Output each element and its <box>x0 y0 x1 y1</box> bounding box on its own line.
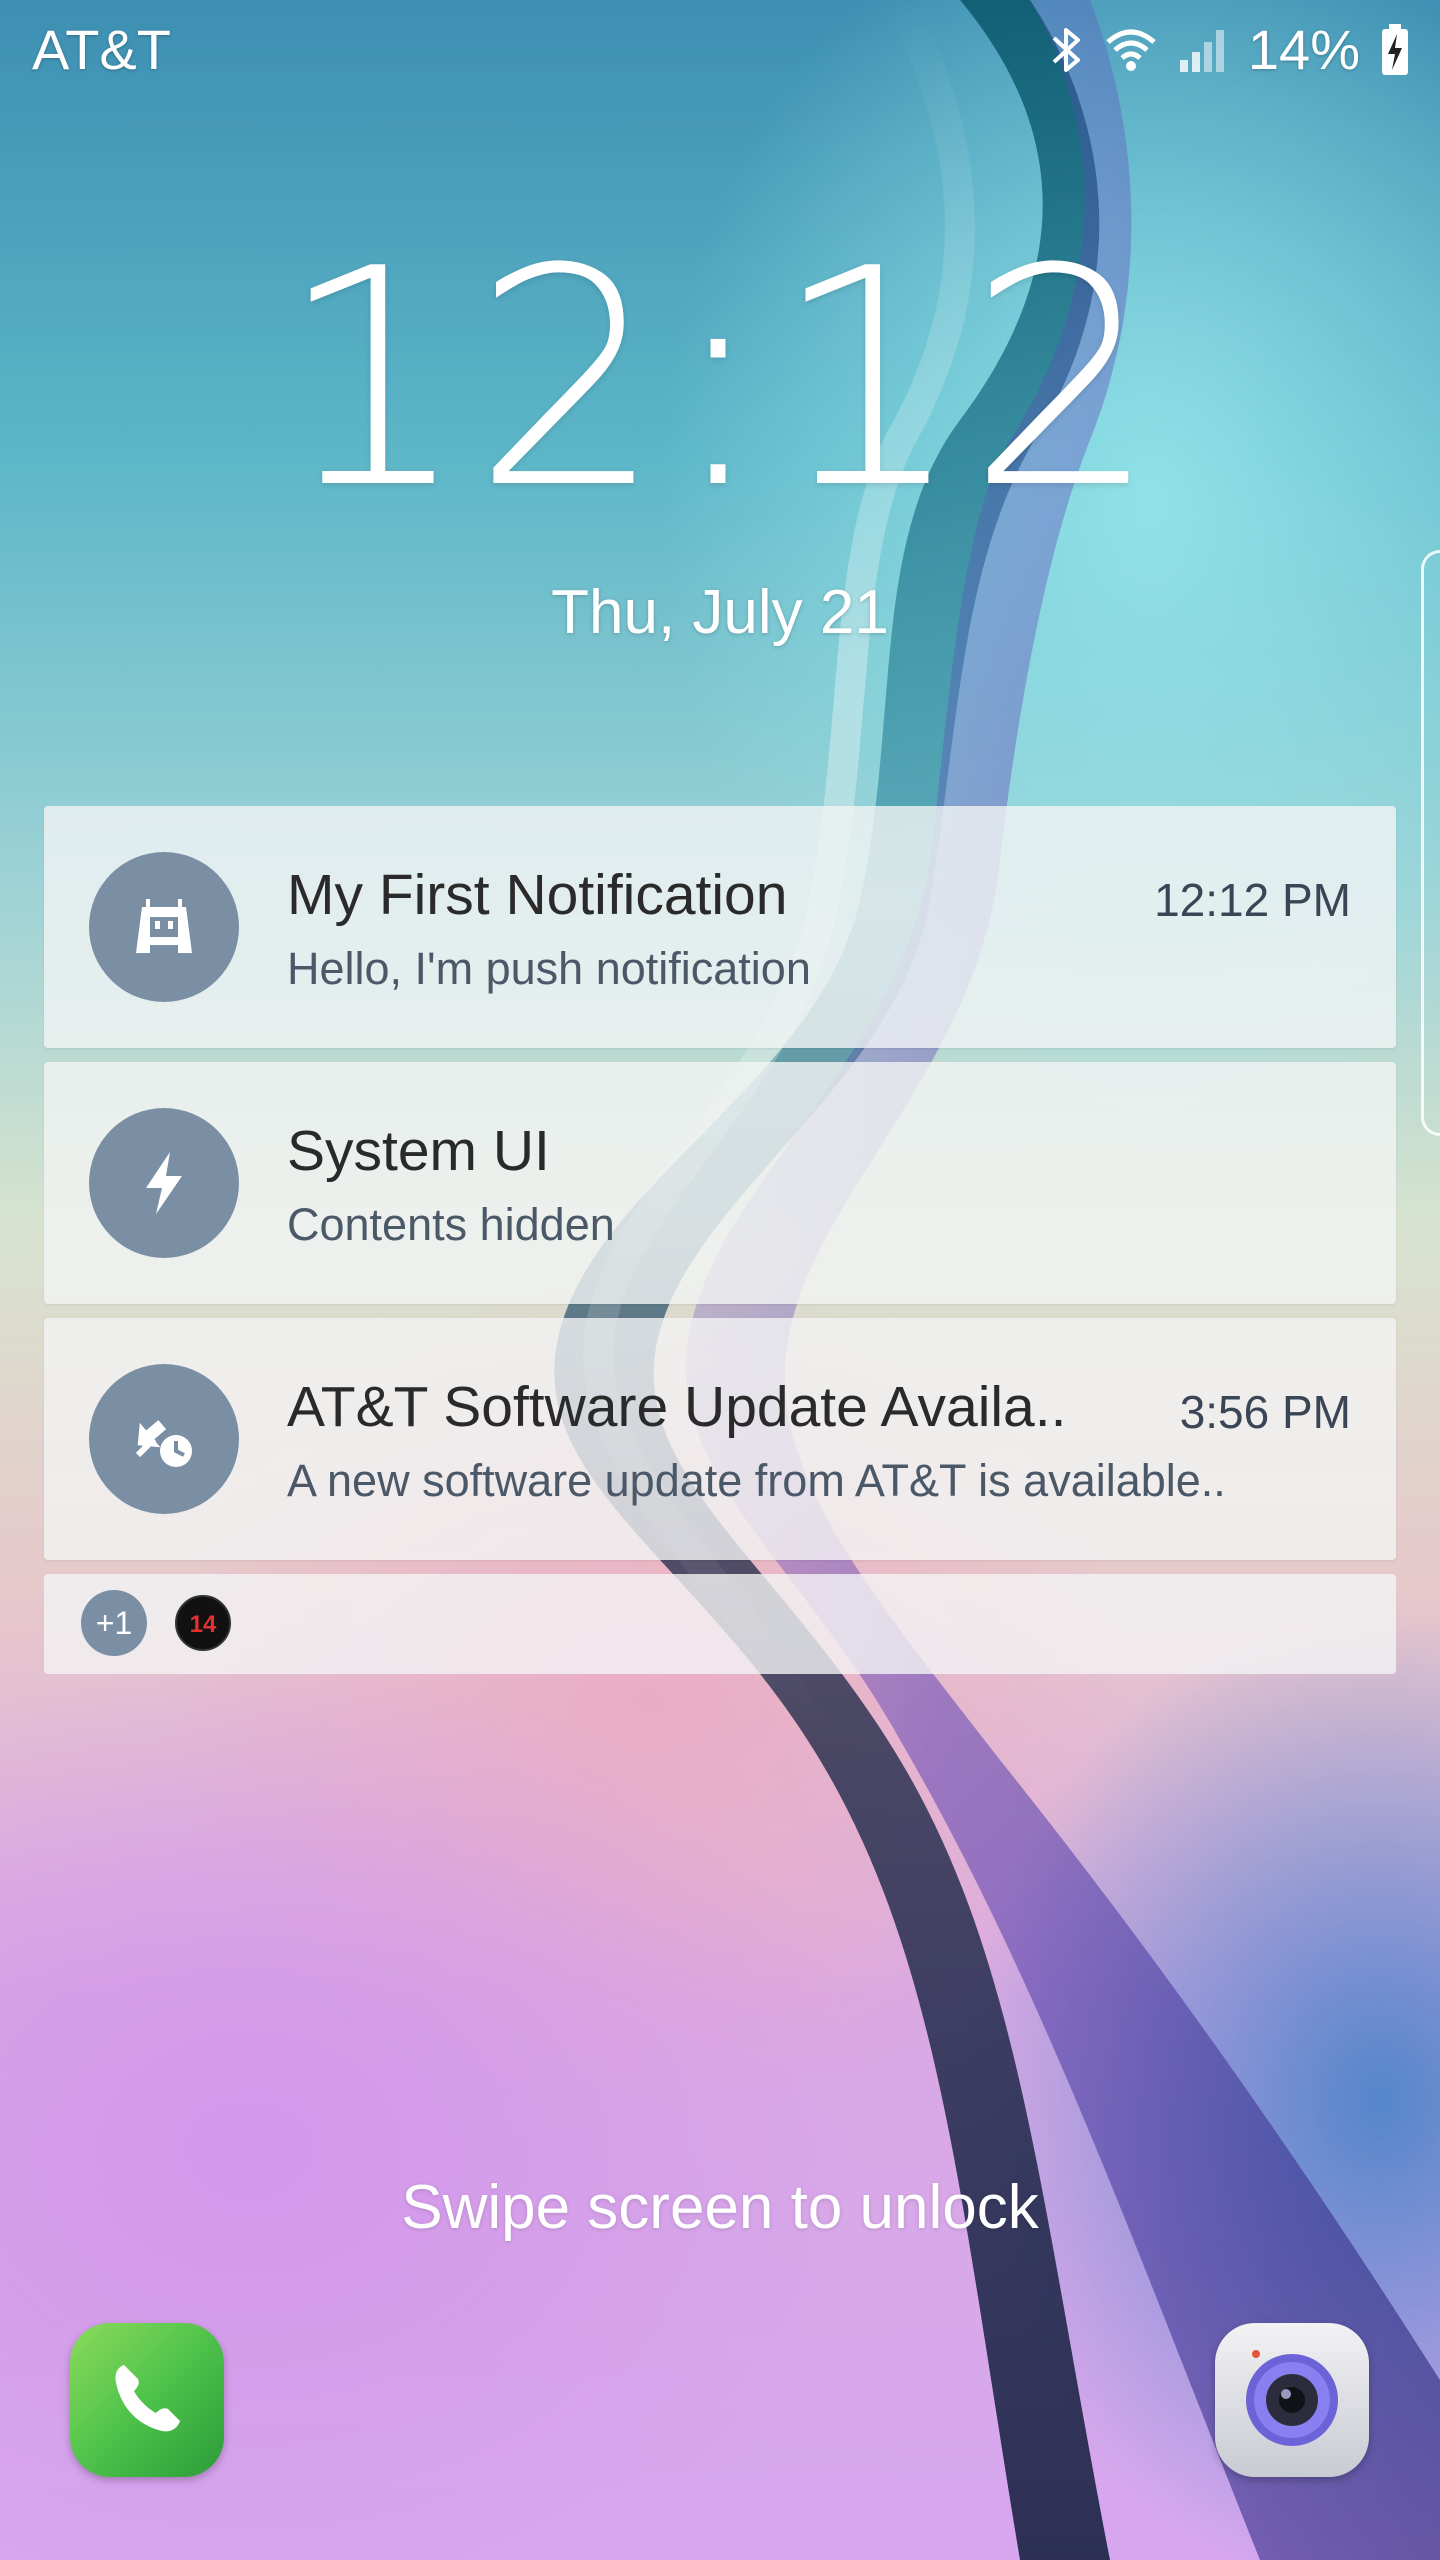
cell-signal-icon <box>1178 24 1228 76</box>
battery-percent: 14% <box>1247 18 1360 81</box>
camera-shortcut-button[interactable] <box>1215 2323 1369 2477</box>
notification-body: Contents hidden <box>287 1199 615 1250</box>
lightning-bolt-icon <box>89 1108 239 1258</box>
notification-list: My First Notification Hello, I'm push no… <box>44 806 1396 1674</box>
phone-shortcut-button[interactable] <box>70 2323 224 2477</box>
more-notifications-count: +1 <box>81 1590 147 1656</box>
notification-card[interactable]: My First Notification Hello, I'm push no… <box>44 806 1396 1048</box>
battery-charging-icon <box>1380 22 1410 78</box>
lock-screen[interactable]: AT&T 14% 12:12 Thu, July 21 My First Not… <box>0 0 1440 2560</box>
more-notifications-bar[interactable]: +1 14 <box>44 1574 1396 1674</box>
bluetooth-icon <box>1050 24 1084 76</box>
wifi-icon <box>1104 24 1158 76</box>
lockscreen-clock: 12:12 <box>277 205 1163 554</box>
cordova-robot-icon <box>89 852 239 1002</box>
phone-icon <box>102 2353 192 2448</box>
notification-title: System UI <box>287 1119 550 1183</box>
carrier-name: AT&T <box>32 18 171 81</box>
notification-title: My First Notification <box>287 863 788 927</box>
notification-time: 3:56 PM <box>1179 1386 1351 1438</box>
edge-panel-handle[interactable] <box>1421 550 1440 1136</box>
status-icons: 14% <box>1050 14 1410 86</box>
lockscreen-date: Thu, July 21 <box>551 578 889 647</box>
notification-time: 12:12 PM <box>1154 874 1351 926</box>
notification-card[interactable]: AT&T Software Update Availa.. A new soft… <box>44 1318 1396 1560</box>
status-bar: AT&T 14% <box>0 0 1440 100</box>
software-update-icon <box>89 1364 239 1514</box>
notification-body: Hello, I'm push notification <box>287 943 811 994</box>
camera-icon <box>1232 2338 1352 2463</box>
notification-title: AT&T Software Update Availa.. <box>287 1375 1067 1439</box>
notification-body: A new software update from AT&T is avail… <box>287 1455 1226 1506</box>
unlock-hint: Swipe screen to unlock <box>401 2173 1039 2242</box>
app-badge-icon: 14 <box>175 1595 231 1651</box>
notification-card[interactable]: System UI Contents hidden <box>44 1062 1396 1304</box>
